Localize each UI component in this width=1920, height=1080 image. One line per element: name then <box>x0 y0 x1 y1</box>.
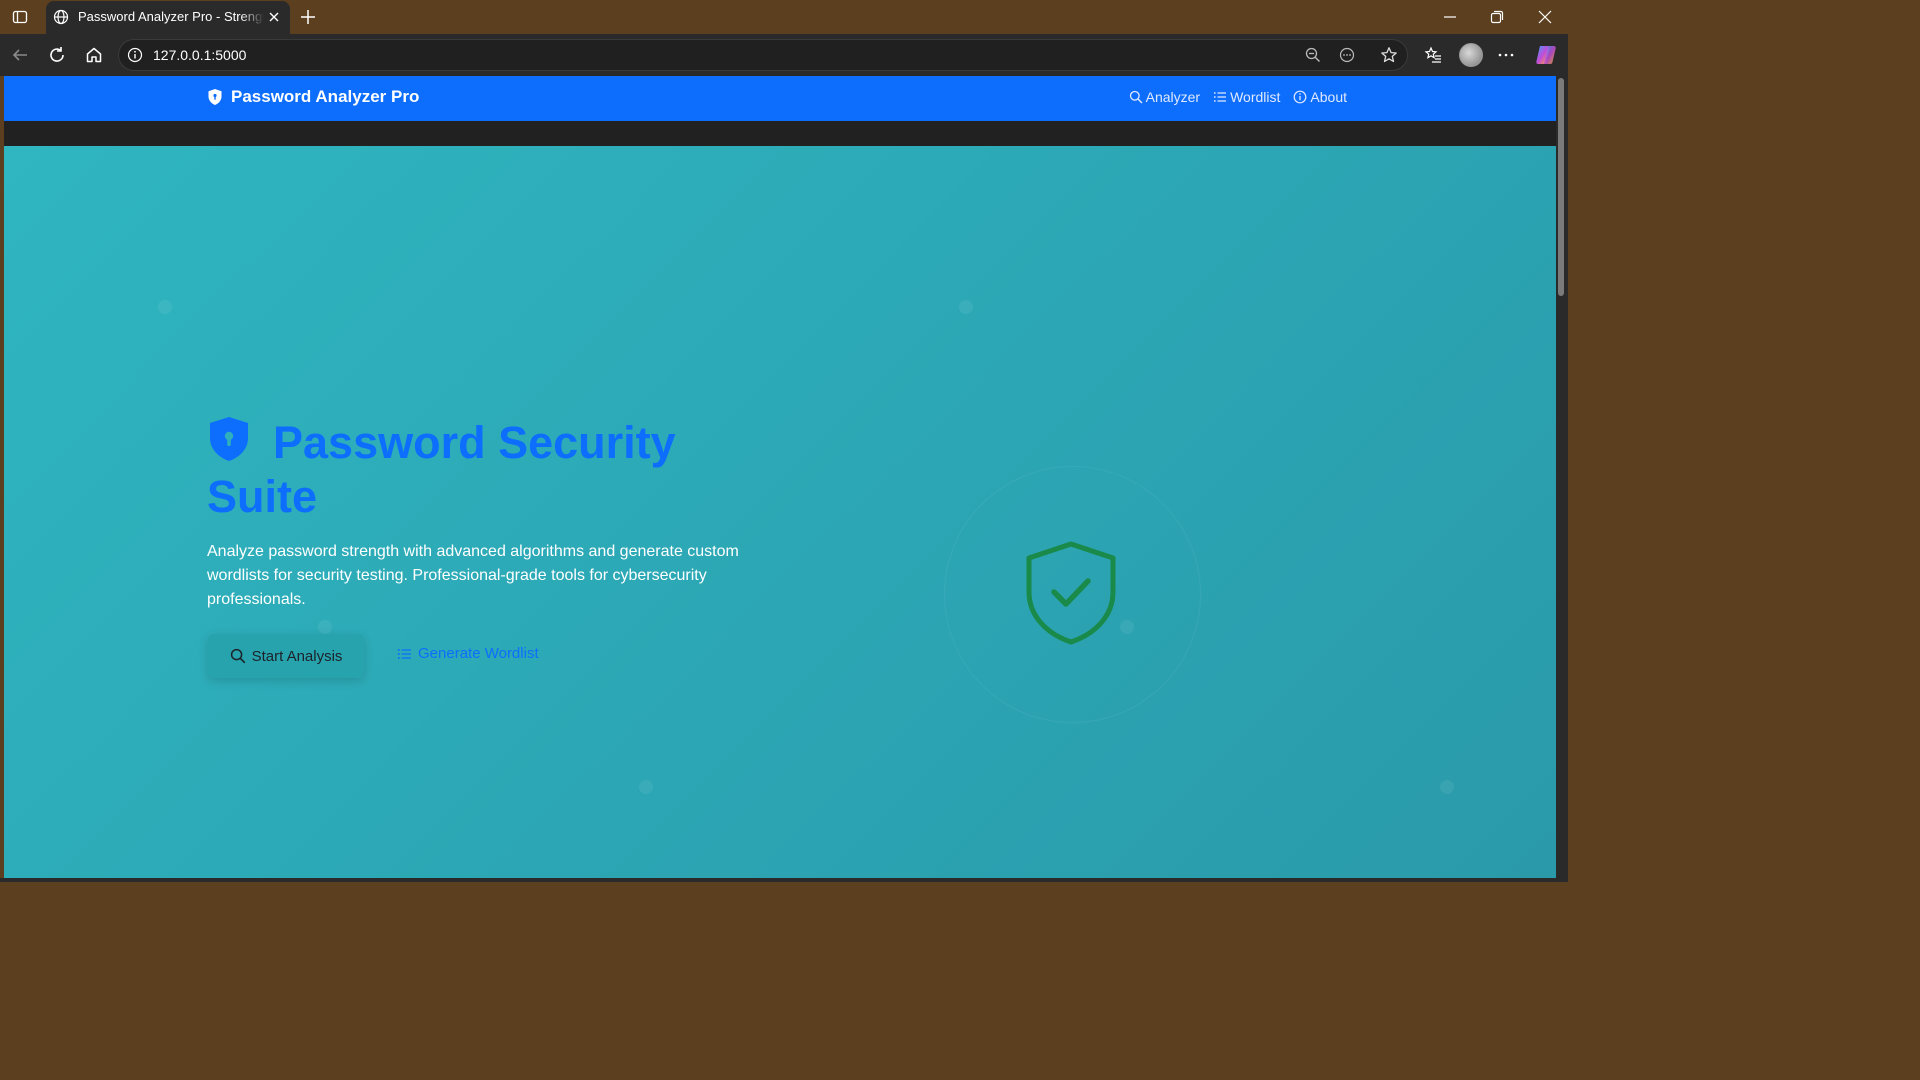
decorative-dot <box>959 300 973 314</box>
hero-description: Analyze password strength with advanced … <box>207 543 739 608</box>
favorites-list-icon[interactable] <box>1424 46 1442 64</box>
home-icon[interactable] <box>85 46 103 64</box>
globe-icon <box>53 9 69 25</box>
close-tab-icon[interactable] <box>268 11 280 23</box>
window-bottom-edge <box>0 878 1568 882</box>
generate-wordlist-button[interactable]: Generate Wordlist <box>397 645 539 662</box>
page-scrollbar[interactable] <box>1556 76 1568 882</box>
address-bar[interactable]: 127.0.0.1:5000 <box>118 39 1408 71</box>
webpage: Password Analyzer Pro Analyzer Wordlist <box>4 76 1556 882</box>
browser-toolbar: 127.0.0.1:5000 <box>0 34 1568 76</box>
search-icon <box>230 648 245 664</box>
copilot-icon[interactable] <box>1534 43 1558 67</box>
restore-icon[interactable] <box>1490 10 1504 24</box>
sidebar-toggle-icon[interactable] <box>12 9 28 25</box>
start-analysis-button[interactable]: Start Analysis <box>208 634 364 678</box>
minimize-icon[interactable] <box>1443 10 1457 24</box>
list-icon <box>1213 92 1227 102</box>
start-analysis-label: Start Analysis <box>251 647 343 665</box>
url-text: 127.0.0.1:5000 <box>153 47 247 63</box>
scrollbar-thumb[interactable] <box>1558 78 1564 296</box>
hero-title: Password Security Suite <box>207 416 767 524</box>
info-icon <box>1294 90 1307 104</box>
search-icon <box>1129 90 1143 104</box>
favorite-star-icon[interactable] <box>1380 46 1398 64</box>
shield-lock-icon <box>210 417 248 461</box>
generate-wordlist-label: Generate Wordlist <box>418 645 539 662</box>
hero-title-text: Password Security Suite <box>207 417 676 522</box>
nav-label-about: About <box>1310 89 1347 105</box>
decorative-dot <box>158 300 172 314</box>
new-tab-icon[interactable] <box>300 9 316 25</box>
shield-lock-icon <box>208 89 222 105</box>
zoom-out-icon[interactable] <box>1305 47 1321 63</box>
brand-link[interactable]: Password Analyzer Pro <box>207 87 419 107</box>
site-navbar: Password Analyzer Pro Analyzer Wordlist <box>4 76 1556 121</box>
nav-label-wordlist: Wordlist <box>1230 89 1281 105</box>
decorative-dot <box>639 780 653 794</box>
decorative-dot <box>318 620 332 634</box>
nav-item-about[interactable]: About <box>1293 89 1347 105</box>
decorative-dot <box>1440 780 1454 794</box>
list-icon <box>397 648 411 659</box>
nav-item-wordlist[interactable]: Wordlist <box>1213 89 1280 105</box>
close-window-icon[interactable] <box>1538 10 1552 24</box>
nav-links: Analyzer Wordlist About <box>1129 89 1347 105</box>
reload-icon[interactable] <box>48 46 66 64</box>
shield-check-icon <box>1026 541 1116 645</box>
browser-title-bar: Password Analyzer Pro - Strength <box>0 0 1568 34</box>
profile-avatar[interactable] <box>1459 43 1483 67</box>
site-info-icon[interactable] <box>127 47 143 63</box>
back-icon[interactable] <box>11 46 29 64</box>
hero-section: Password Security Suite Analyze password… <box>4 146 1556 882</box>
browser-tab[interactable]: Password Analyzer Pro - Strength <box>46 1 290 34</box>
read-aloud-icon[interactable] <box>1339 47 1355 63</box>
more-options-icon[interactable] <box>1497 46 1515 64</box>
tab-title: Password Analyzer Pro - Strength <box>78 9 264 24</box>
brand-name: Password Analyzer Pro <box>231 87 420 106</box>
nav-label-analyzer: Analyzer <box>1145 89 1201 105</box>
nav-item-analyzer[interactable]: Analyzer <box>1129 89 1200 105</box>
dark-strip <box>4 121 1556 146</box>
